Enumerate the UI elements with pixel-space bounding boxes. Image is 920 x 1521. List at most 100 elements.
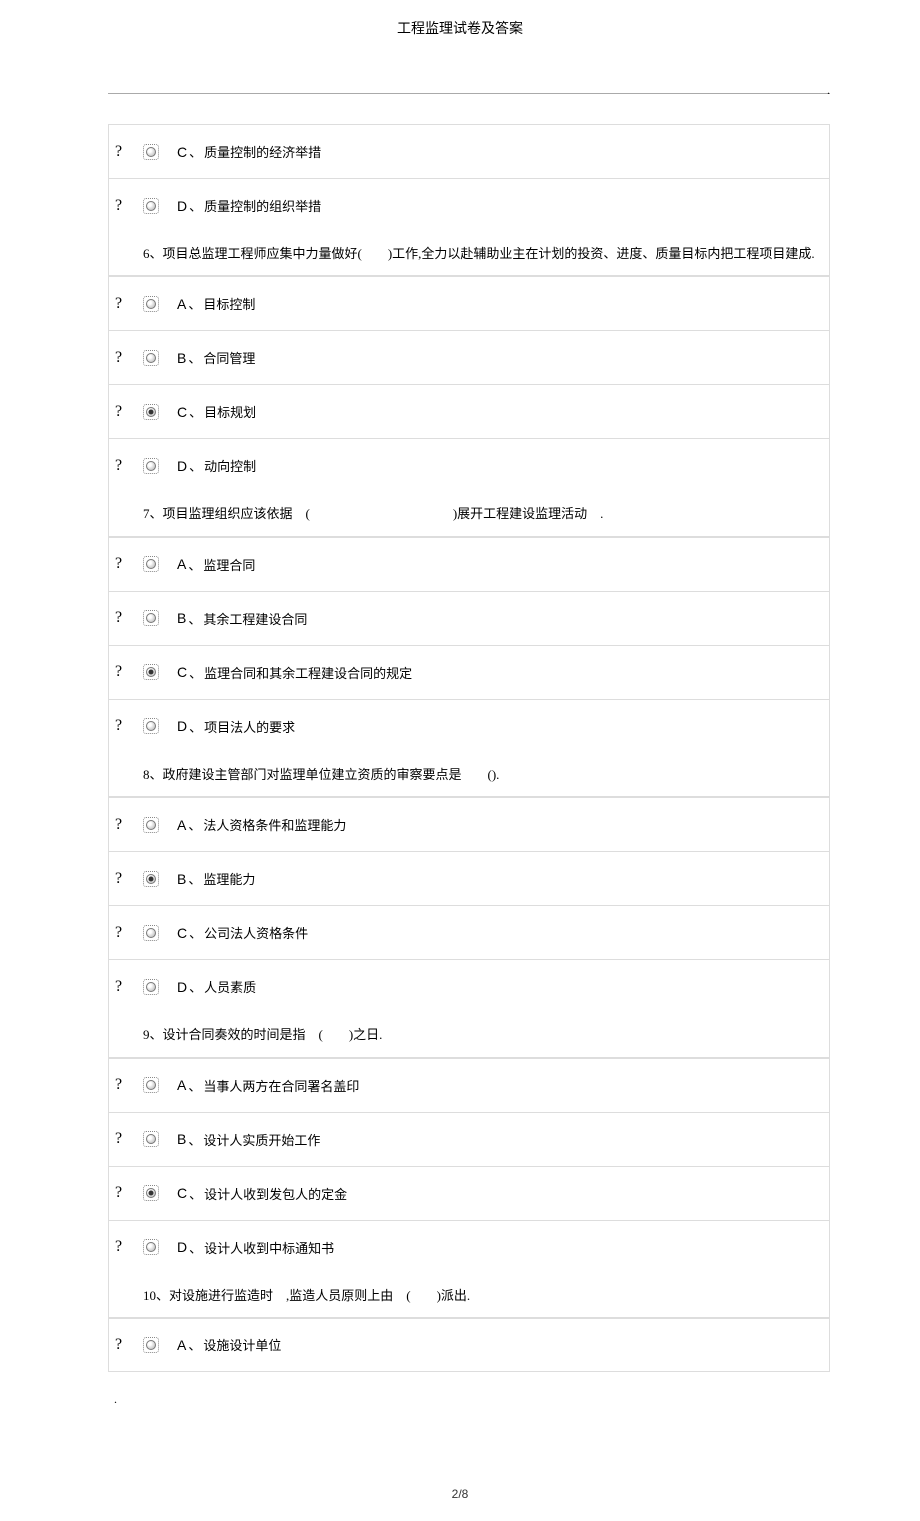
option-sep: 、 <box>188 1076 201 1095</box>
option-row[interactable]: ? D 、 设计人收到中标通知书 <box>108 1220 830 1274</box>
question-mark: ? <box>109 663 143 681</box>
radio-icon[interactable] <box>143 296 159 312</box>
option-text: 设计人收到发包人的定金 <box>204 1184 347 1203</box>
question-mark: ? <box>109 555 143 573</box>
option-sep: 、 <box>188 348 201 367</box>
question-mark: ? <box>109 295 143 313</box>
option-letter: A <box>177 556 186 572</box>
option-text: 公司法人资格条件 <box>204 923 308 942</box>
option-letter: B <box>177 350 186 366</box>
option-row[interactable]: ? B 、 其余工程建设合同 <box>108 591 830 645</box>
option-row[interactable]: ? C 、 设计人收到发包人的定金 <box>108 1166 830 1220</box>
radio-icon[interactable] <box>143 198 159 214</box>
question-text: 、项目监理组织应该依据 ( )展开工程建设监理活动 . <box>150 506 604 521</box>
option-sep: 、 <box>188 1335 201 1354</box>
option-letter: D <box>177 979 187 995</box>
radio-icon[interactable] <box>143 1239 159 1255</box>
top-divider: . <box>108 93 830 94</box>
option-sep: 、 <box>189 196 202 215</box>
option-letter: B <box>177 871 186 887</box>
orphan-block: ? C 、 质量控制的经济举措 ? D 、 质量控制的组织举措 6、项目总监理工… <box>108 124 830 1372</box>
question-8: 8、政府建设主管部门对监理单位建立资质的审察要点是 (). <box>108 753 830 797</box>
option-row[interactable]: ? B 、 合同管理 <box>108 330 830 384</box>
question-mark: ? <box>109 1238 143 1256</box>
question-num: 10 <box>143 1288 156 1303</box>
radio-icon[interactable] <box>143 144 159 160</box>
option-sep: 、 <box>189 142 202 161</box>
option-letter: D <box>177 458 187 474</box>
question-mark: ? <box>109 978 143 996</box>
option-row[interactable]: ? C 、 公司法人资格条件 <box>108 905 830 959</box>
content-area: . ? C 、 质量控制的经济举措 ? D 、 质量控制的组织举措 6、项目总监… <box>0 93 920 1407</box>
option-row[interactable]: ? A 、 设施设计单位 <box>108 1318 830 1372</box>
option-row[interactable]: ? C 、 监理合同和其余工程建设合同的规定 <box>108 645 830 699</box>
option-row[interactable]: ? A 、 当事人两方在合同署名盖印 <box>108 1058 830 1112</box>
option-letter: B <box>177 610 186 626</box>
question-mark: ? <box>109 816 143 834</box>
option-row[interactable]: ? A 、 法人资格条件和监理能力 <box>108 797 830 851</box>
option-sep: 、 <box>189 977 202 996</box>
option-sep: 、 <box>188 555 201 574</box>
option-text: 目标规划 <box>204 402 256 421</box>
option-row[interactable]: ? A 、 目标控制 <box>108 276 830 330</box>
page-header: 工程监理试卷及答案 <box>0 0 920 48</box>
radio-icon-selected[interactable] <box>143 664 159 680</box>
question-text: 、对设施进行监造时 ,监造人员原则上由 ( )派出. <box>156 1288 470 1303</box>
option-row[interactable]: ? C 、 质量控制的经济举措 <box>108 124 830 178</box>
question-text: 、设计合同奏效的时间是指 ( )之日. <box>150 1027 383 1042</box>
option-row[interactable]: ? A 、 监理合同 <box>108 537 830 591</box>
option-row[interactable]: ? D 、 项目法人的要求 <box>108 699 830 753</box>
option-text: 设施设计单位 <box>203 1335 281 1354</box>
option-text: 目标控制 <box>203 294 255 313</box>
question-6: 6、项目总监理工程师应集中力量做好( )工作,全力以赴辅助业主在计划的投资、进度… <box>108 232 830 276</box>
radio-icon-selected[interactable] <box>143 404 159 420</box>
option-letter: A <box>177 817 186 833</box>
option-row[interactable]: ? B 、 设计人实质开始工作 <box>108 1112 830 1166</box>
option-text: 设计人收到中标通知书 <box>204 1238 334 1257</box>
option-letter: C <box>177 404 187 420</box>
option-sep: 、 <box>189 456 202 475</box>
option-text: 法人资格条件和监理能力 <box>203 815 346 834</box>
option-sep: 、 <box>189 923 202 942</box>
option-text: 监理能力 <box>203 869 255 888</box>
question-text: 、政府建设主管部门对监理单位建立资质的审察要点是 (). <box>150 767 500 782</box>
option-letter: D <box>177 718 187 734</box>
radio-icon[interactable] <box>143 1131 159 1147</box>
option-text: 项目法人的要求 <box>204 717 295 736</box>
option-row[interactable]: ? D 、 动向控制 <box>108 438 830 492</box>
question-mark: ? <box>109 1336 143 1354</box>
question-mark: ? <box>109 609 143 627</box>
option-text: 质量控制的经济举措 <box>204 142 321 161</box>
option-text: 监理合同 <box>203 555 255 574</box>
option-text: 合同管理 <box>203 348 255 367</box>
radio-icon[interactable] <box>143 979 159 995</box>
option-sep: 、 <box>188 869 201 888</box>
radio-icon[interactable] <box>143 1077 159 1093</box>
option-text: 当事人两方在合同署名盖印 <box>203 1076 359 1095</box>
option-text: 动向控制 <box>204 456 256 475</box>
radio-icon-selected[interactable] <box>143 1185 159 1201</box>
option-row[interactable]: ? C 、 目标规划 <box>108 384 830 438</box>
option-sep: 、 <box>189 663 202 682</box>
option-sep: 、 <box>188 609 201 628</box>
radio-icon[interactable] <box>143 350 159 366</box>
radio-icon[interactable] <box>143 556 159 572</box>
page-current: 2 <box>452 1487 459 1501</box>
radio-icon[interactable] <box>143 718 159 734</box>
option-letter: D <box>177 198 187 214</box>
option-letter: C <box>177 925 187 941</box>
radio-icon[interactable] <box>143 610 159 626</box>
radio-icon[interactable] <box>143 1337 159 1353</box>
option-sep: 、 <box>188 1130 201 1149</box>
option-letter: C <box>177 1185 187 1201</box>
radio-icon[interactable] <box>143 817 159 833</box>
option-row[interactable]: ? B 、 监理能力 <box>108 851 830 905</box>
radio-icon-selected[interactable] <box>143 871 159 887</box>
option-letter: A <box>177 296 186 312</box>
option-row[interactable]: ? D 、 人员素质 <box>108 959 830 1013</box>
option-row[interactable]: ? D 、 质量控制的组织举措 <box>108 178 830 232</box>
radio-icon[interactable] <box>143 925 159 941</box>
question-mark: ? <box>109 403 143 421</box>
radio-icon[interactable] <box>143 458 159 474</box>
top-marker: . <box>827 83 830 98</box>
